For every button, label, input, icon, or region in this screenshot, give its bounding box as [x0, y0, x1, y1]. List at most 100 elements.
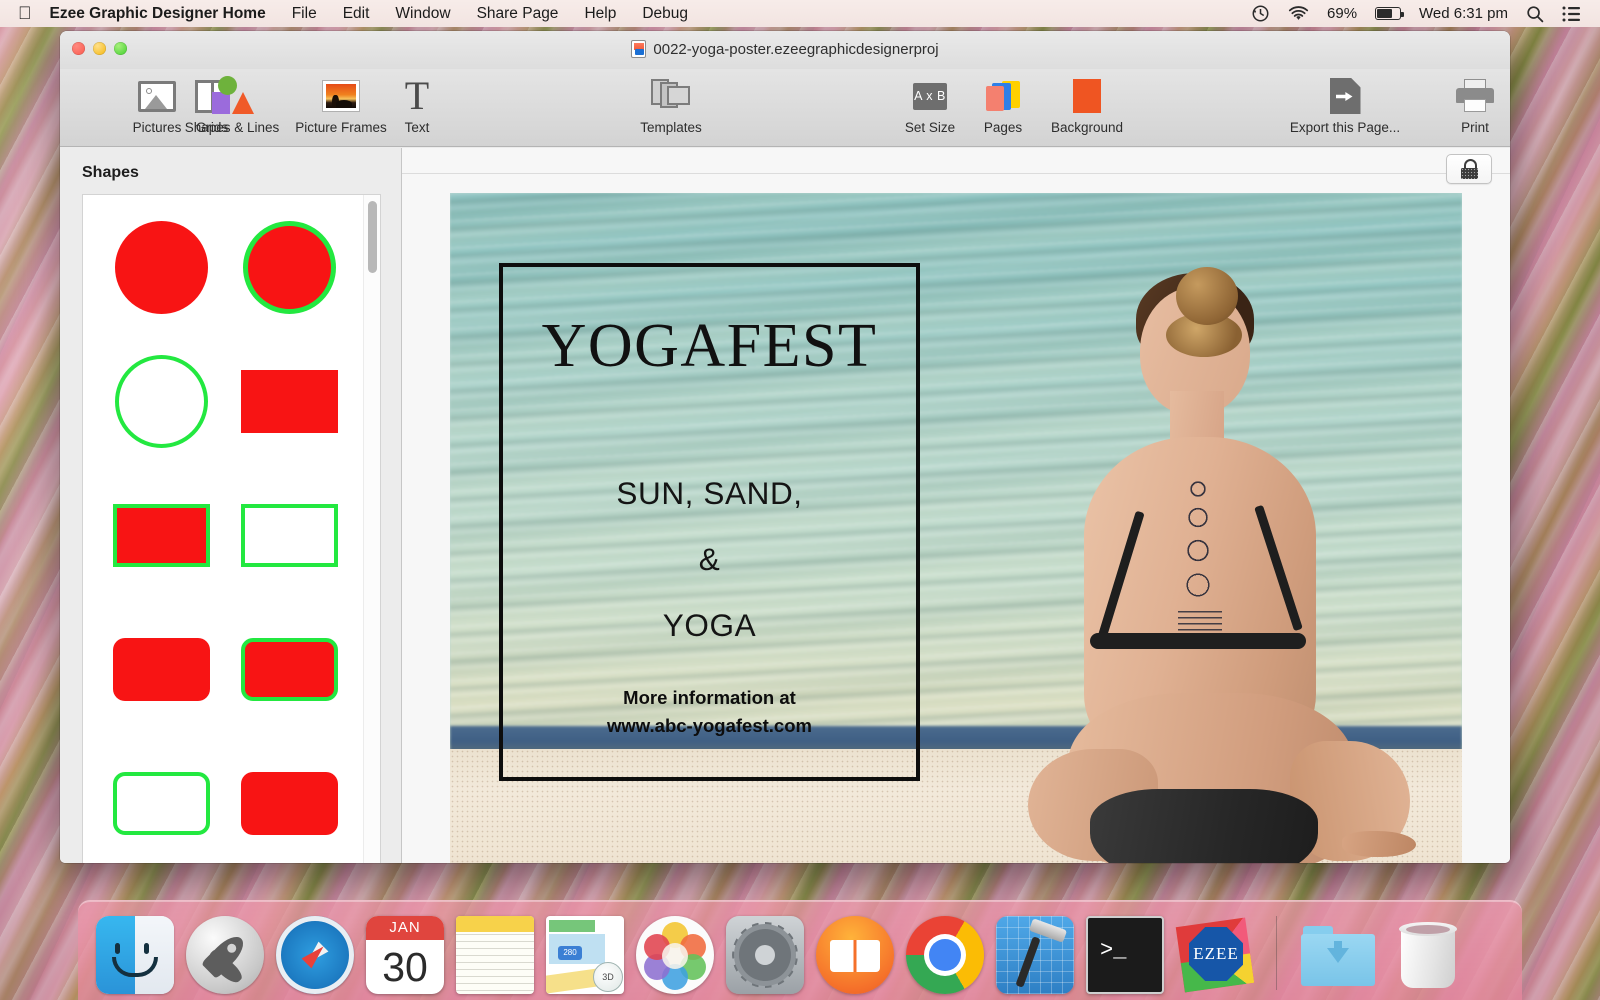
dock-item-launchpad[interactable]: [186, 916, 264, 994]
shape-item-filled-rectangle[interactable]: [226, 351, 355, 451]
back-tattoo: [1180, 477, 1216, 627]
poster-footer[interactable]: More information at www.abc-yogafest.com: [503, 684, 916, 740]
shapes-scrollbar[interactable]: [363, 195, 380, 863]
poster-text-frame[interactable]: YOGAFEST SUN, SAND, & YOGA More informat…: [499, 263, 920, 781]
canvas-toolbar: [402, 148, 1510, 184]
menu-bar-status-area: 69% Wed 6:31 pm: [1251, 4, 1600, 23]
dock-item-trash[interactable]: [1389, 916, 1467, 994]
poster-title[interactable]: YOGAFEST: [503, 311, 916, 382]
toolbar-label-templates: Templates: [640, 120, 702, 135]
menu-item-window[interactable]: Window: [395, 5, 450, 23]
dock-separator: [1276, 916, 1277, 990]
project-file-icon: [631, 40, 647, 58]
maps-shield-label: 280: [558, 946, 582, 960]
shapes-panel[interactable]: [82, 194, 381, 863]
toolbar-label-export-this-page: Export this Page...: [1289, 120, 1401, 135]
menu-item-edit[interactable]: Edit: [343, 5, 370, 23]
notification-center-icon[interactable]: [1562, 6, 1582, 22]
export-page-icon: [1329, 75, 1361, 117]
document-title: 0022-yoga-poster.ezeegraphicdesignerproj: [653, 40, 939, 58]
sidebar-title: Shapes: [82, 164, 139, 181]
dock-item-finder[interactable]: [96, 916, 174, 994]
shapes-and-lines-icon: [210, 75, 254, 117]
toolbar-button-templates[interactable]: Templates: [616, 75, 726, 135]
menu-item-file[interactable]: File: [292, 5, 317, 23]
toolbar-label-text: Text: [404, 120, 430, 135]
toolbar-label-pages: Pages: [983, 120, 1023, 135]
menu-bar:  Ezee Graphic Designer Home File Edit W…: [0, 0, 1600, 27]
dock-item-ibooks[interactable]: [816, 916, 894, 994]
lock-toggle-button[interactable]: [1446, 154, 1492, 184]
window-content: Shapes YOGAFEST SUN, SAND, & YOGA More i…: [60, 148, 1510, 863]
shape-item-outlined-rounded-rectangle[interactable]: [97, 753, 226, 853]
poster-canvas[interactable]: YOGAFEST SUN, SAND, & YOGA More informat…: [450, 193, 1462, 863]
poster-subtitle-line-2: &: [698, 541, 721, 577]
shapes-sidebar: Shapes: [60, 148, 402, 863]
desktop:  Ezee Graphic Designer Home File Edit W…: [0, 0, 1600, 1000]
shape-item-filled-rounded-rectangle-2[interactable]: [226, 753, 355, 853]
calendar-day-label: 30: [382, 944, 428, 990]
time-machine-icon[interactable]: [1251, 4, 1270, 23]
shape-item-filled-rectangle-outlined[interactable]: [97, 485, 226, 585]
toolbar-button-background[interactable]: Background: [1032, 75, 1142, 135]
wifi-icon[interactable]: [1288, 5, 1309, 22]
battery-percent-label: 69%: [1327, 5, 1358, 22]
battery-icon[interactable]: [1375, 7, 1405, 20]
dock-item-notes[interactable]: [456, 916, 534, 994]
shape-item-filled-rounded-rectangle-outlined[interactable]: [226, 619, 355, 719]
poster-subtitle[interactable]: SUN, SAND, & YOGA: [503, 460, 916, 658]
templates-icon: [651, 75, 691, 117]
toolbar-label-print: Print: [1461, 120, 1489, 135]
shape-item-outlined-rectangle[interactable]: [226, 485, 355, 585]
poster-footer-line-1: More information at: [623, 687, 796, 708]
dock-item-safari[interactable]: [276, 916, 354, 994]
toolbar-button-text[interactable]: T Text: [362, 75, 472, 136]
toolbar-button-export-this-page[interactable]: Export this Page...: [1265, 75, 1425, 135]
toolbar-button-shapes-and-lines[interactable]: Shapes & Lines: [177, 75, 287, 135]
toolbar-label-shapes-and-lines: Shapes & Lines: [184, 120, 280, 135]
dock-item-downloads-folder[interactable]: [1299, 916, 1377, 994]
calendar-month-label: JAN: [366, 916, 444, 940]
dock-item-maps[interactable]: 280 3D: [546, 916, 624, 994]
poster-footer-line-2: www.abc-yogafest.com: [607, 715, 812, 736]
toolbar-label-background: Background: [1050, 120, 1124, 135]
dock-item-system-preferences[interactable]: [726, 916, 804, 994]
dock-item-terminal[interactable]: >_: [1086, 916, 1164, 994]
menu-item-debug[interactable]: Debug: [642, 5, 688, 23]
toolbar: Pictures Grids Shapes & Lines Picture Fr…: [60, 69, 1510, 147]
dock-item-ezee-graphic-designer[interactable]: EZEE: [1175, 916, 1255, 994]
shape-item-filled-rounded-rectangle[interactable]: [97, 619, 226, 719]
dock-item-calendar[interactable]: JAN 30: [366, 916, 444, 994]
pages-icon: [986, 75, 1020, 117]
application-window: 0022-yoga-poster.ezeegraphicdesignerproj…: [60, 31, 1510, 863]
shapes-grid: [83, 195, 380, 863]
shapes-scrollbar-thumb[interactable]: [368, 201, 377, 273]
menu-item-share-page[interactable]: Share Page: [477, 5, 559, 23]
shape-item-filled-circle[interactable]: [97, 217, 226, 317]
set-size-icon: A x B: [913, 75, 947, 117]
set-size-icon-label: A x B: [913, 82, 947, 110]
poster-scroll-area: YOGAFEST SUN, SAND, & YOGA More informat…: [402, 174, 1510, 863]
menu-bar-clock[interactable]: Wed 6:31 pm: [1419, 5, 1508, 22]
dock-item-chrome[interactable]: [906, 916, 984, 994]
woman-on-beach-photo: [998, 241, 1418, 863]
dock-item-photos[interactable]: [636, 916, 714, 994]
dock-item-xcode[interactable]: [996, 916, 1074, 994]
menu-item-help[interactable]: Help: [584, 5, 616, 23]
search-icon[interactable]: [1526, 5, 1544, 23]
shape-item-filled-circle-outlined[interactable]: [226, 217, 355, 317]
picture-frames-icon: [323, 75, 359, 117]
canvas-area: YOGAFEST SUN, SAND, & YOGA More informat…: [402, 148, 1510, 863]
apple-logo-icon[interactable]: : [18, 4, 32, 22]
unlocked-padlock-icon: [1460, 159, 1478, 179]
background-icon: [1073, 75, 1101, 117]
document-title-area: 0022-yoga-poster.ezeegraphicdesignerproj: [60, 40, 1510, 58]
terminal-prompt-glyph: >_: [1100, 938, 1127, 963]
shapes-panel-wrapper: [60, 194, 401, 863]
toolbar-button-print[interactable]: Print: [1420, 75, 1510, 135]
window-title-bar: 0022-yoga-poster.ezeegraphicdesignerproj: [60, 31, 1510, 69]
poster-subtitle-line-1: SUN, SAND,: [616, 475, 803, 511]
menu-app-name[interactable]: Ezee Graphic Designer Home: [50, 5, 266, 23]
dock: JAN 30 280 3D >_ EZEE: [78, 900, 1522, 1000]
shape-item-outlined-circle[interactable]: [97, 351, 226, 451]
